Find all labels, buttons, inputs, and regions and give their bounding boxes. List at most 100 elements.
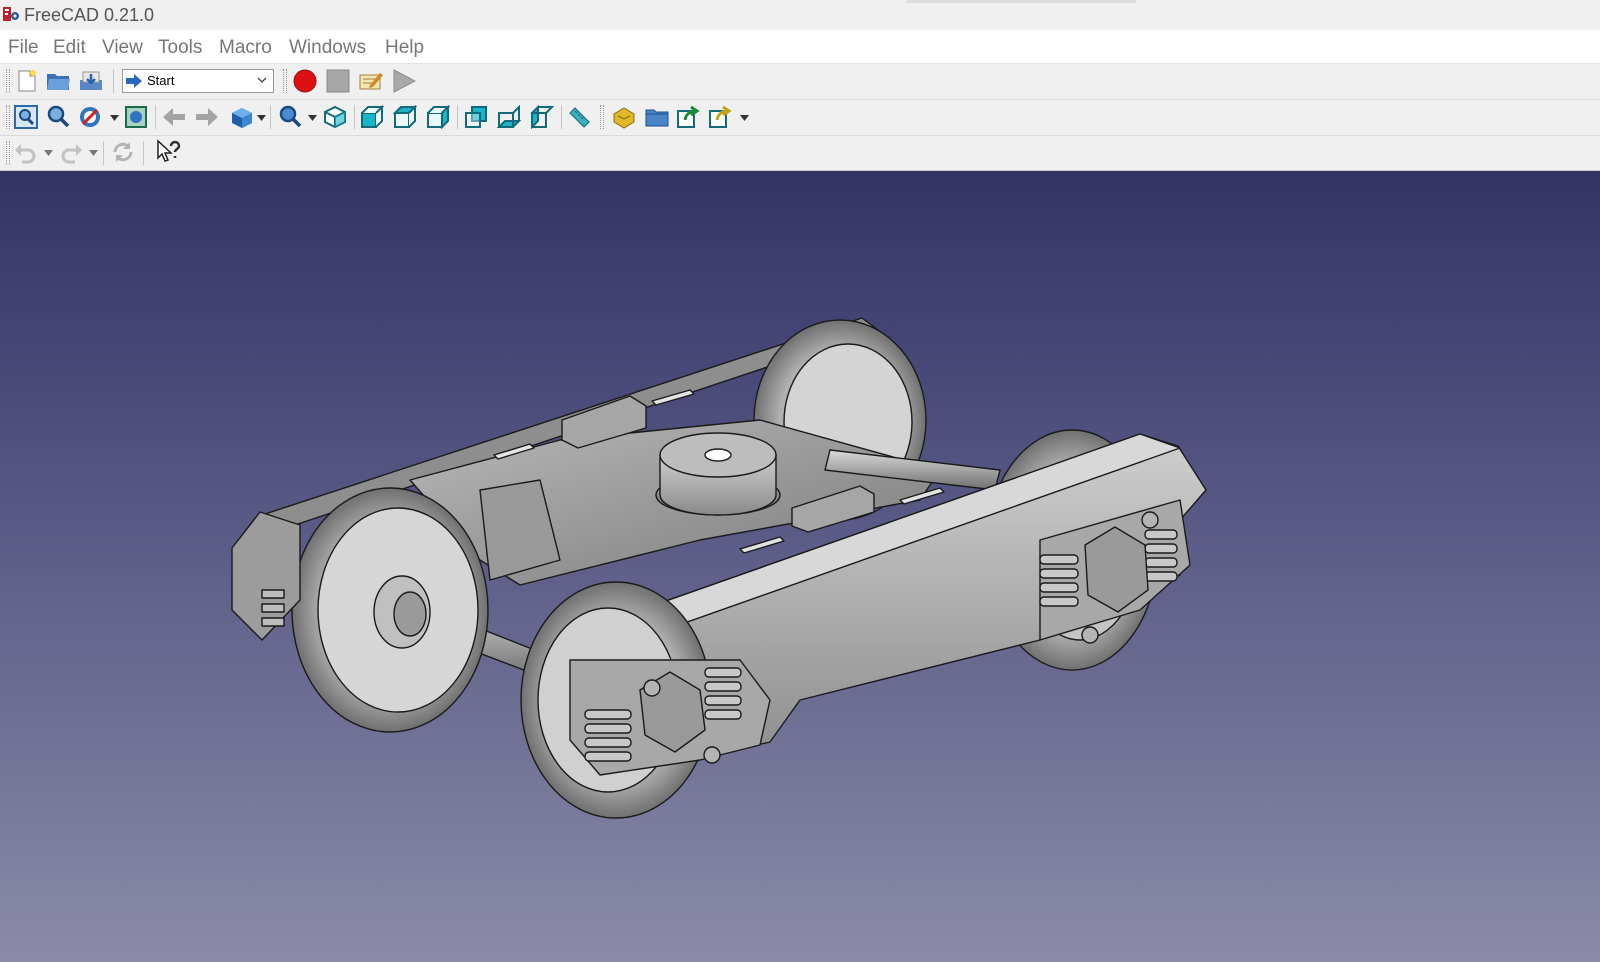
new-document-icon	[18, 70, 36, 92]
view-top-button[interactable]	[392, 104, 418, 130]
view-right-icon	[427, 105, 450, 129]
save-document-button[interactable]	[78, 68, 104, 94]
dropdown-arrow-icon[interactable]	[44, 150, 53, 156]
macro-edit-button[interactable]	[358, 68, 384, 94]
isometric-cube-icon	[232, 108, 252, 128]
whats-this-icon	[157, 139, 181, 162]
folder-open-icon	[47, 74, 70, 90]
chevron-down-icon	[257, 77, 267, 83]
redo-button[interactable]	[58, 139, 84, 165]
view-toolbar	[0, 100, 1600, 136]
view-front-icon	[361, 105, 384, 128]
measure-distance-button[interactable]	[566, 104, 592, 130]
dropdown-arrow-icon[interactable]	[308, 115, 317, 121]
menu-bar: File Edit View Tools Macro Windows Help	[0, 30, 1600, 64]
refresh-button[interactable]	[110, 139, 136, 165]
dropdown-arrow-icon[interactable]	[740, 115, 749, 121]
edit-toolbar	[0, 136, 1600, 171]
fit-all-button[interactable]	[13, 104, 39, 130]
zoom-selection-icon	[47, 105, 70, 128]
view-top-icon	[393, 105, 417, 128]
menu-tools[interactable]: Tools	[158, 37, 202, 59]
view-rear-icon	[465, 106, 487, 128]
workbench-selected-label: Start	[147, 73, 175, 88]
file-toolbar: Start	[0, 64, 1600, 100]
toolbar-separator	[113, 69, 114, 93]
view-bottom-icon	[497, 105, 521, 128]
fit-all-icon	[14, 105, 38, 129]
3d-viewport[interactable]	[0, 171, 1600, 962]
menu-windows[interactable]: Windows	[289, 37, 366, 59]
macro-record-button[interactable]	[292, 68, 318, 94]
link-actions-button[interactable]	[708, 104, 734, 130]
bounding-box-icon	[125, 106, 147, 128]
create-part-button[interactable]	[611, 104, 637, 130]
view-isometric-icon	[324, 105, 346, 129]
toolbar-grip[interactable]	[6, 69, 10, 93]
undo-button[interactable]	[13, 139, 39, 165]
group-folder-icon	[645, 109, 669, 127]
whats-this-button[interactable]	[156, 139, 182, 165]
toolbar-separator	[457, 105, 458, 129]
workbench-selector[interactable]: Start	[122, 69, 274, 93]
refresh-icon	[113, 142, 133, 162]
open-document-button[interactable]	[46, 68, 72, 94]
draw-style-icon	[80, 107, 100, 127]
view-right-button[interactable]	[425, 104, 451, 130]
window-title: FreeCAD 0.21.0	[24, 5, 155, 25]
zoom-button[interactable]	[277, 104, 303, 130]
bounding-box-button[interactable]	[123, 104, 149, 130]
view-rear-button[interactable]	[463, 104, 489, 130]
link-actions-icon	[709, 105, 732, 128]
arrow-left-icon	[163, 108, 185, 126]
title-bar-handle	[906, 0, 1136, 3]
title-bar: FreeCAD 0.21.0	[0, 0, 1600, 30]
toolbar-separator	[155, 105, 156, 129]
undo-icon	[15, 144, 36, 164]
toolbar-grip[interactable]	[600, 105, 604, 129]
toolbar-separator	[270, 105, 271, 129]
play-icon	[393, 69, 416, 93]
macro-stop-button[interactable]	[325, 68, 351, 94]
bogie-3d-model	[231, 317, 1207, 819]
view-front-button[interactable]	[359, 104, 385, 130]
draw-style-button[interactable]	[77, 104, 103, 130]
view-forward-button[interactable]	[194, 104, 220, 130]
save-icon	[80, 71, 102, 90]
dropdown-arrow-icon[interactable]	[110, 115, 119, 121]
ruler-icon	[569, 107, 590, 128]
menu-macro[interactable]: Macro	[219, 37, 272, 59]
zoom-icon	[279, 105, 302, 128]
toolbar-separator	[103, 141, 104, 165]
create-link-button[interactable]	[676, 104, 702, 130]
view-bottom-button[interactable]	[496, 104, 522, 130]
fit-selection-button[interactable]	[45, 104, 71, 130]
std-views-button[interactable]	[229, 104, 255, 130]
menu-view[interactable]: View	[102, 37, 143, 59]
view-back-button[interactable]	[161, 104, 187, 130]
macro-edit-icon	[359, 73, 383, 90]
toolbar-grip[interactable]	[6, 105, 10, 129]
toolbar-separator	[561, 105, 562, 129]
menu-file[interactable]: File	[8, 37, 39, 59]
view-isometric-button[interactable]	[322, 104, 348, 130]
dropdown-arrow-icon[interactable]	[89, 150, 98, 156]
freecad-logo-icon	[3, 7, 19, 21]
toolbar-separator	[354, 105, 355, 129]
link-icon	[677, 105, 700, 128]
toolbar-grip[interactable]	[6, 141, 10, 165]
record-icon	[293, 69, 317, 93]
start-workbench-icon	[126, 74, 142, 88]
dropdown-arrow-icon[interactable]	[257, 115, 266, 121]
redo-icon	[61, 144, 82, 164]
stop-icon	[326, 69, 350, 93]
toolbar-separator	[143, 141, 144, 165]
toolbar-grip[interactable]	[283, 69, 287, 93]
create-group-button[interactable]	[644, 104, 670, 130]
menu-edit[interactable]: Edit	[53, 37, 86, 59]
macro-run-button[interactable]	[391, 68, 417, 94]
view-left-button[interactable]	[529, 104, 555, 130]
new-document-button[interactable]	[14, 68, 40, 94]
arrow-right-icon	[196, 108, 218, 126]
menu-help[interactable]: Help	[385, 37, 424, 59]
